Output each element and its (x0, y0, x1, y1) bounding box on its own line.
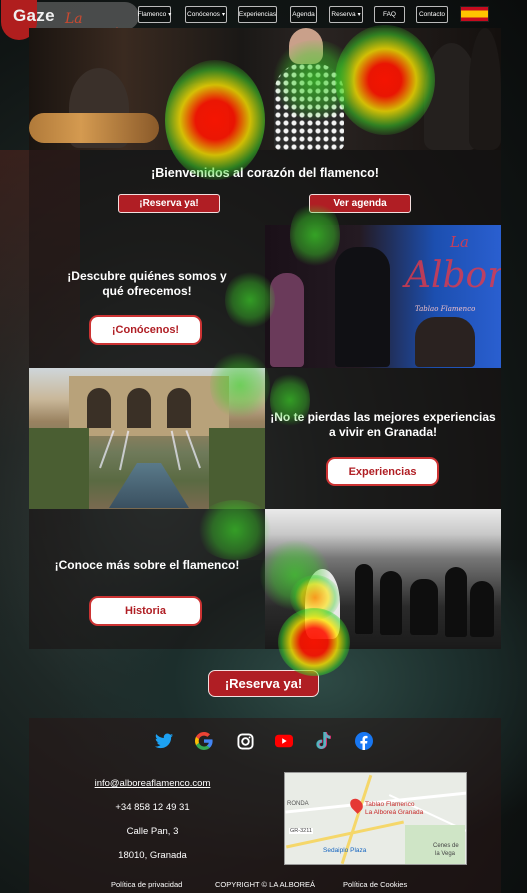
facebook-icon[interactable] (355, 732, 373, 750)
welcome-section: ¡Bienvenidos al corazón del flamenco! ¡R… (29, 150, 501, 225)
clapper-figure-2 (469, 28, 501, 150)
bw-figure (380, 571, 402, 635)
contact-email[interactable]: info@alboreaflamenco.com (80, 778, 225, 789)
reserve-button[interactable]: ¡Reserva ya! (118, 194, 220, 213)
nav-label: Conócenos (187, 11, 220, 18)
nav-item-flamenco[interactable]: Flamenco ▾ (138, 6, 171, 23)
stage-logo-tag: Tablao Flamenco (415, 305, 476, 313)
map-road (285, 820, 405, 849)
arch-shape (87, 388, 111, 428)
fountain-jet (170, 430, 181, 471)
history-button[interactable]: Historia (91, 598, 200, 624)
bw-figure (410, 579, 438, 635)
nav-label: Reserva (331, 11, 356, 18)
nav-item-contacto[interactable]: Contacto (416, 6, 448, 23)
agenda-button[interactable]: Ver agenda (309, 194, 411, 213)
bw-figure (445, 567, 467, 637)
stage-dancer-figure (270, 273, 304, 367)
nav-item-faq[interactable]: FAQ (374, 6, 405, 23)
about-title-line-2: qué ofrecemos! (102, 284, 192, 298)
guitar-shape (29, 113, 159, 143)
welcome-title: ¡Bienvenidos al corazón del flamenco! (151, 166, 379, 180)
nav-label: Agenda (292, 11, 315, 18)
location-map[interactable]: RONDA GR-3211 Tablao Flamenco La Alboreá… (284, 772, 467, 865)
historic-photo (265, 509, 501, 649)
fountain-jet (119, 430, 130, 471)
top-navigation: Gaze La alboreá Flamenco▾ Conócenos▾ Exp… (0, 0, 527, 43)
map-road-label: GR-3211 (289, 828, 313, 834)
twitter-icon[interactable] (155, 732, 173, 750)
map-place: Sedaiplo Plaza (323, 847, 367, 854)
arch-shape (127, 388, 151, 428)
dancer-figure (274, 63, 344, 150)
garden-right (209, 428, 265, 509)
nav-label: Flamenco (137, 11, 167, 18)
chevron-down-icon: ▾ (221, 12, 225, 18)
about-panel: ¡Descubre quiénes somos y qué ofrecemos!… (29, 225, 265, 368)
chevron-down-icon: ▾ (168, 12, 172, 18)
nav-label: Contacto (418, 11, 446, 18)
bw-figure (470, 581, 494, 637)
alhambra-photo (29, 368, 265, 509)
dancer-head (289, 28, 323, 64)
google-icon[interactable] (195, 732, 213, 750)
bw-dancer-dress (305, 569, 340, 639)
map-place: Cenes de (433, 843, 459, 849)
instagram-icon[interactable] (236, 732, 254, 750)
contact-city: 18010, Granada (118, 850, 187, 861)
copyright-text: COPYRIGHT © LA ALBOREÁ (215, 880, 316, 889)
about-button[interactable]: ¡Conócenos! (91, 317, 200, 343)
chevron-down-icon: ▾ (357, 12, 361, 18)
map-place: RONDA (287, 801, 309, 807)
experiences-panel: ¡No te pierdas las mejores experiencias … (265, 368, 501, 509)
nav-item-reserva[interactable]: Reserva ▾ (329, 6, 363, 23)
history-panel: ¡Conoce más sobre el flamenco! Historia (29, 509, 265, 649)
bw-figure (355, 564, 373, 634)
cookies-link[interactable]: Política de Cookies (343, 880, 407, 889)
experiences-button[interactable]: Experiencias (328, 459, 437, 484)
tiktok-icon[interactable] (315, 732, 333, 750)
stage-logo-la: La (450, 233, 469, 251)
guitarist-figure-2 (169, 83, 229, 150)
history-title: ¡Conoce más sobre el flamenco! (54, 558, 240, 572)
garden-left (29, 428, 89, 509)
map-pin-label-2: La Alboreá Granada (365, 809, 424, 816)
stage-guitarist-figure (415, 317, 475, 367)
nav-label: FAQ (382, 11, 396, 18)
hero-image (29, 28, 501, 150)
contact-phone: +34 858 12 49 31 (115, 802, 190, 813)
nav-label: Experiencias (238, 11, 277, 18)
map-place: la Vega (435, 851, 456, 857)
stage-singer-figure (335, 247, 390, 367)
stage-photo: La AlboreA Tablao Flamenco (265, 225, 501, 368)
nav-item-agenda[interactable]: Agenda (290, 6, 317, 23)
brand-name: Gaze (13, 6, 55, 25)
nav-item-experiencias[interactable]: Experiencias (238, 6, 277, 23)
reserve-now-button[interactable]: ¡Reserva ya! (208, 670, 319, 697)
about-title-line-1: ¡Descubre quiénes somos y (67, 269, 227, 283)
privacy-link[interactable]: Política de privacidad (111, 880, 182, 889)
experiences-title-line-2: a vivir en Granada! (328, 425, 438, 439)
stage-logo-text: AlboreA (405, 255, 501, 296)
contact-street: Calle Pan, 3 (126, 826, 179, 837)
arch-shape (167, 388, 191, 428)
map-pin-label-1: Tablao Flamenco (365, 801, 415, 808)
youtube-icon[interactable] (275, 732, 293, 750)
brand-logo[interactable]: Gaze La alboreá (1, 0, 139, 43)
spain-flag-icon[interactable] (460, 6, 489, 22)
nav-item-conocenos[interactable]: Conócenos ▾ (185, 6, 227, 23)
experiences-title-line-1: ¡No te pierdas las mejores experiencias (270, 410, 496, 424)
